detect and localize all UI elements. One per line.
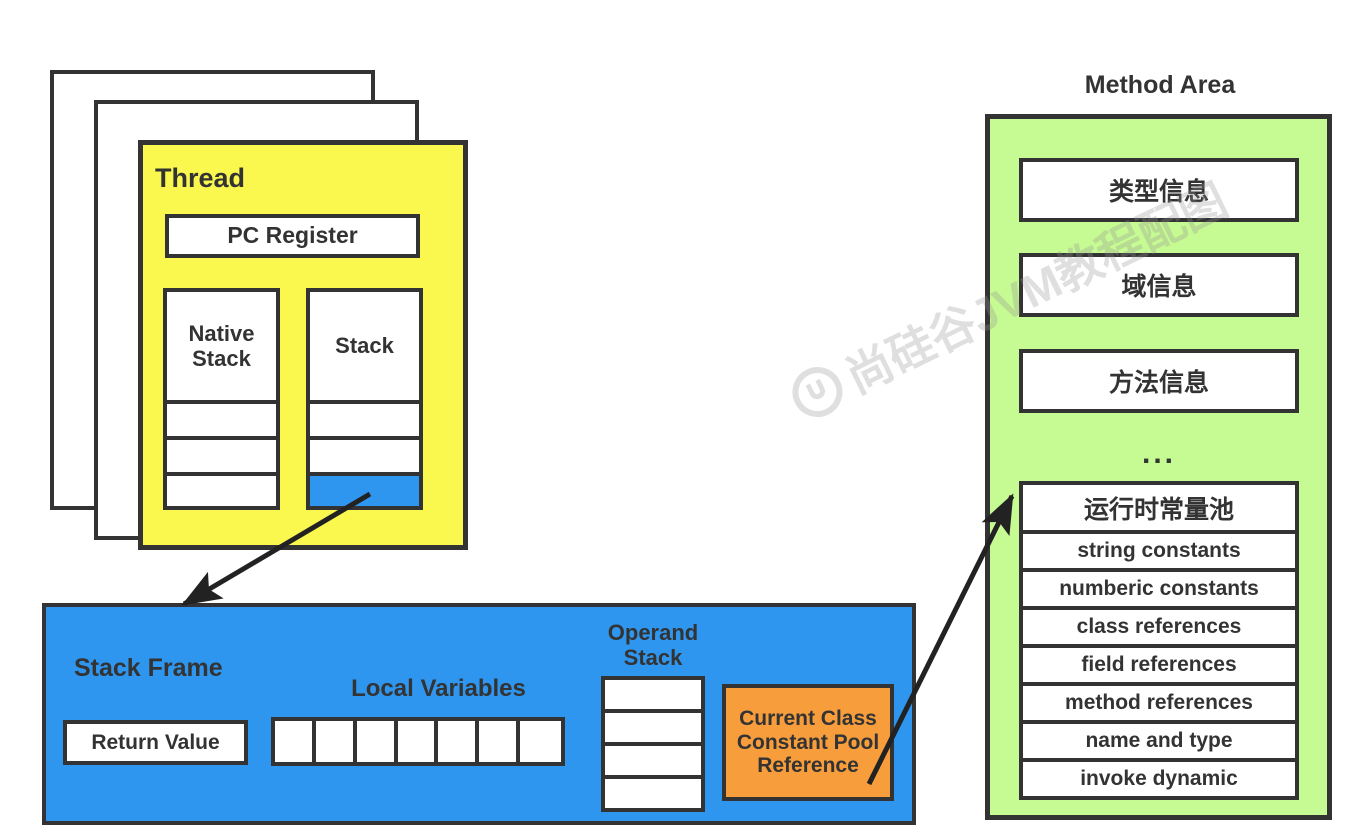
local-variable-slot[interactable] — [275, 721, 316, 762]
operand-stack-slot[interactable] — [605, 746, 701, 779]
constant-pool-entry[interactable]: field references — [1023, 648, 1295, 686]
constant-pool-entry[interactable]: numberic constants — [1023, 572, 1295, 610]
diagram-canvas: Thread PC Register Native Stack Stack St… — [0, 0, 1357, 840]
native-stack-cell — [167, 472, 276, 506]
local-variables-slots[interactable] — [271, 717, 565, 766]
constant-pool-entry[interactable]: method references — [1023, 686, 1295, 724]
constant-pool-entry[interactable]: name and type — [1023, 724, 1295, 762]
stack-cell-current-frame[interactable] — [310, 472, 419, 506]
native-stack-cell — [167, 436, 276, 472]
operand-stack-slots[interactable] — [601, 676, 705, 812]
local-variables-label: Local Variables — [351, 674, 526, 702]
operand-stack-label: Operand Stack — [607, 620, 699, 670]
thread-title: Thread — [155, 162, 246, 193]
local-variable-slot[interactable] — [479, 721, 521, 762]
constant-pool-entry[interactable]: invoke dynamic — [1023, 762, 1295, 796]
native-stack-cell — [167, 400, 276, 436]
local-variable-slot[interactable] — [520, 721, 561, 762]
stack-cell — [310, 400, 419, 436]
stack-label: Stack — [335, 333, 394, 359]
watermark-logo-icon — [784, 358, 851, 426]
method-area-ellipsis: ... — [1141, 437, 1176, 470]
constant-pool-entry[interactable]: string constants — [1023, 534, 1295, 572]
method-area-item-method-info[interactable]: 方法信息 — [1019, 349, 1299, 413]
operand-stack-slot[interactable] — [605, 779, 701, 808]
local-variable-slot[interactable] — [438, 721, 480, 762]
method-area-title: Method Area — [1084, 71, 1236, 99]
local-variable-slot[interactable] — [315, 721, 357, 762]
pc-register-label: PC Register — [227, 222, 358, 249]
runtime-constant-pool-header: 运行时常量池 — [1023, 485, 1295, 534]
stack-cell — [310, 436, 419, 472]
operand-stack-slot[interactable] — [605, 713, 701, 746]
constant-pool-entry[interactable]: class references — [1023, 610, 1295, 648]
constant-pool-reference-label: Current Class Constant Pool Reference — [736, 707, 880, 778]
local-variable-slot[interactable] — [356, 721, 398, 762]
return-value-label: Return Value — [91, 730, 220, 754]
runtime-constant-pool-list[interactable]: 运行时常量池 string constants numberic constan… — [1019, 481, 1299, 800]
local-variable-slot[interactable] — [397, 721, 439, 762]
native-stack-label: Native Stack — [188, 320, 255, 371]
operand-stack-slot[interactable] — [605, 680, 701, 713]
